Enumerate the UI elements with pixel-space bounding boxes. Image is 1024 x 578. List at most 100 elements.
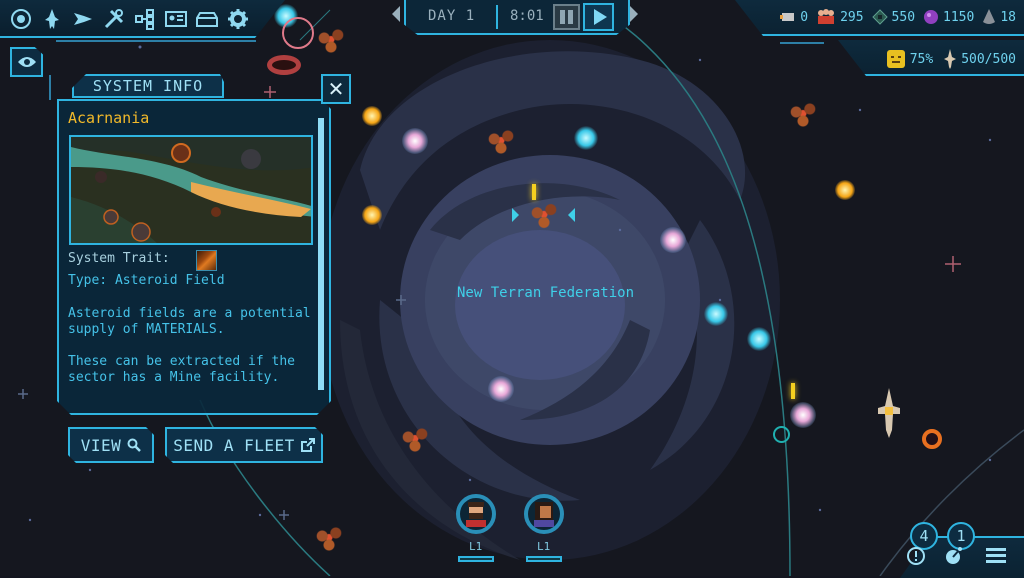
asteroid-field[interactable] — [786, 100, 820, 130]
materials-icon — [871, 9, 888, 25]
wormhole-icon[interactable] — [267, 55, 301, 75]
energy-orb-icon — [924, 10, 939, 24]
enemy-ship-target-ring[interactable] — [282, 17, 314, 49]
send-fleet-button[interactable]: SEND A FLEET — [165, 427, 323, 463]
speed-up-arrow-icon[interactable] — [630, 6, 638, 22]
fleet-capacity-value: 500/500 — [961, 51, 1016, 67]
crew-icon — [818, 9, 835, 24]
play-button[interactable] — [583, 3, 614, 31]
fleet-icon — [44, 8, 59, 29]
resource-value: 295 — [840, 9, 864, 25]
transport-icon — [780, 13, 795, 21]
resources-row: 0 295 550 1150 18 — [780, 9, 1016, 25]
personnel-button[interactable] — [163, 6, 188, 31]
description-paragraph: Asteroid fields are a potential supply o… — [68, 306, 311, 337]
fleet-capacity-icon — [944, 49, 957, 69]
speed-down-arrow-icon[interactable] — [392, 6, 400, 22]
system-preview-image — [69, 135, 313, 245]
pause-button[interactable] — [553, 4, 580, 30]
system-trait-label: System Trait: — [68, 251, 170, 266]
send-fleet-label: SEND A FLEET — [173, 435, 295, 455]
decorative-line — [56, 40, 256, 42]
ships-button[interactable] — [70, 6, 95, 31]
asteroid-field[interactable] — [314, 26, 348, 56]
asteroid-field[interactable] — [484, 127, 518, 157]
close-button[interactable]: ✕ — [321, 74, 351, 104]
star-system-pink[interactable] — [790, 402, 816, 428]
panel-scrollbar[interactable] — [318, 118, 324, 390]
sun-system[interactable] — [362, 106, 382, 126]
selection-arrow-right-icon — [568, 208, 575, 222]
decorative-line — [49, 75, 51, 100]
galaxy-icon — [10, 8, 31, 29]
system-info-tab: SYSTEM INFO — [72, 74, 224, 98]
fleet-button[interactable] — [39, 6, 64, 31]
alerts-button[interactable] — [906, 546, 926, 570]
day-counter: DAY 1 — [428, 8, 476, 24]
resource-value: 1150 — [943, 9, 975, 25]
view-button[interactable]: VIEW — [68, 427, 154, 463]
main-menu-button[interactable] — [986, 545, 1006, 566]
alien-system[interactable] — [574, 126, 598, 150]
clock: 8:01 — [510, 8, 544, 24]
star-system-pink[interactable] — [488, 376, 514, 402]
alien-system[interactable] — [704, 302, 728, 326]
status-row: 75% 500/500 — [886, 49, 1016, 69]
settings-button[interactable] — [225, 6, 250, 31]
system-name: Acarnania — [68, 109, 150, 127]
black-hole-icon[interactable] — [922, 429, 942, 449]
play-icon — [593, 9, 607, 25]
hamburger-menu-icon — [986, 548, 1006, 563]
captain-portrait[interactable] — [456, 494, 496, 534]
resource-transport[interactable]: 0 — [780, 10, 808, 25]
captain-portrait[interactable] — [524, 494, 564, 534]
system-description: Asteroid fields are a potential supply o… — [68, 306, 318, 386]
asteroid-field-selected[interactable] — [527, 200, 561, 232]
asteroid-trait-icon[interactable] — [196, 250, 217, 271]
resource-crew[interactable]: 295 — [816, 9, 864, 25]
storage-button[interactable] — [194, 6, 219, 31]
captain-avatar-icon — [534, 502, 554, 527]
decorative-line — [780, 42, 824, 44]
asteroid-field[interactable] — [398, 425, 432, 455]
captain-xp-bar — [526, 556, 562, 562]
settings-gear-icon — [227, 8, 248, 29]
star-system-pink[interactable] — [402, 128, 428, 154]
fleet-capacity-indicator[interactable]: 500/500 — [943, 49, 1016, 69]
player-flagship-icon[interactable] — [876, 388, 902, 438]
research-button[interactable] — [944, 546, 964, 570]
storage-icon — [195, 11, 218, 27]
captain-avatar-icon — [466, 502, 486, 527]
close-icon: ✕ — [327, 77, 345, 101]
faction-territory-label: New Terran Federation — [457, 285, 635, 301]
system-type: Type: Asteroid Field — [68, 273, 225, 288]
visibility-toggle-button[interactable] — [10, 47, 43, 77]
tools-icon — [104, 8, 123, 28]
morale-face-icon — [886, 50, 905, 68]
morale-value: 75% — [909, 51, 934, 67]
tech-tree-button[interactable] — [132, 6, 157, 31]
asteroid-field[interactable] — [312, 524, 346, 554]
resource-materials[interactable]: 550 — [871, 9, 915, 25]
search-icon — [127, 438, 141, 452]
galaxy-button[interactable] — [8, 6, 33, 31]
description-paragraph: These can be extracted if the sector has… — [68, 354, 295, 385]
alert-exclamation-icon — [791, 383, 795, 399]
resource-crystal[interactable]: 18 — [982, 9, 1016, 25]
resource-energy[interactable]: 1150 — [923, 9, 974, 25]
enemy-fleet-marker[interactable] — [773, 426, 790, 443]
divider — [496, 5, 498, 29]
star-system-pink[interactable] — [660, 227, 686, 253]
sun-system[interactable] — [835, 180, 855, 200]
morale-indicator[interactable]: 75% — [886, 49, 933, 69]
alert-icon — [907, 547, 925, 565]
satellite-dish-icon — [946, 547, 962, 564]
build-button[interactable] — [101, 6, 126, 31]
main-toolbar — [8, 6, 250, 31]
resource-value: 0 — [800, 9, 809, 25]
sun-system[interactable] — [362, 205, 382, 225]
pause-icon-bar — [568, 10, 573, 24]
view-label: VIEW — [80, 435, 122, 455]
external-link-icon — [301, 438, 315, 452]
alien-system[interactable] — [747, 327, 771, 351]
